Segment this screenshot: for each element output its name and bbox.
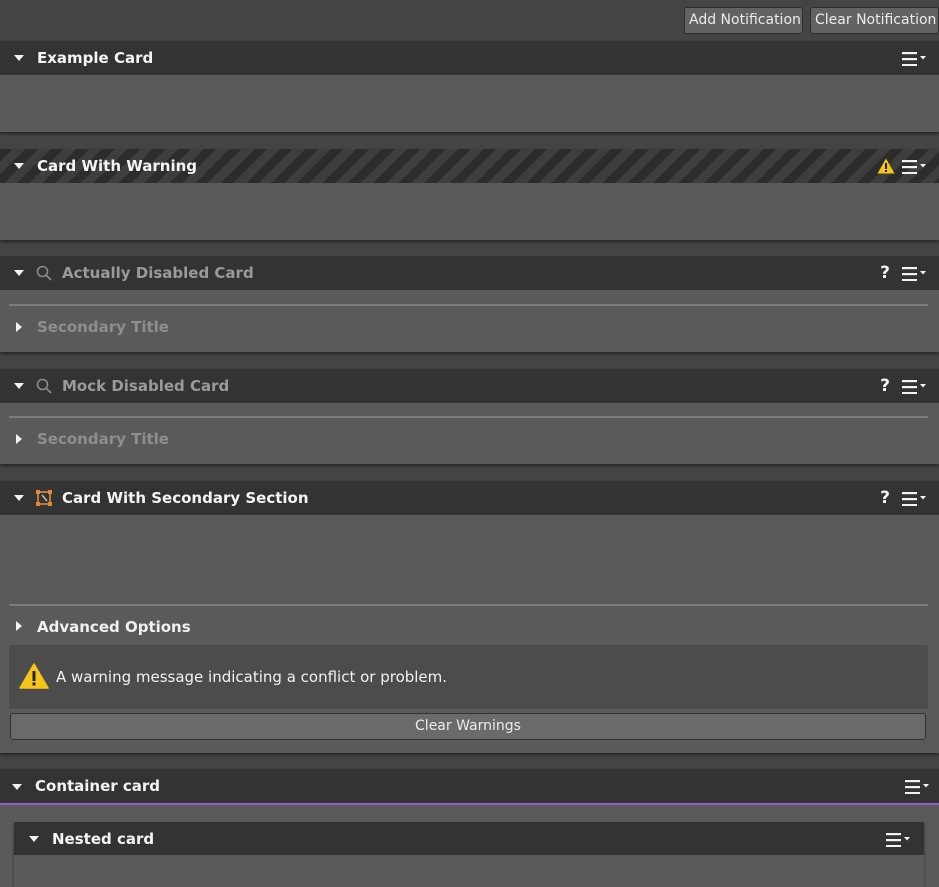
divider	[9, 604, 928, 606]
collapse-caret-icon[interactable]	[14, 383, 24, 389]
card-title: Container card	[35, 777, 161, 795]
warning-message-text: A warning message indicating a conflict …	[56, 668, 448, 686]
menu-icon[interactable]	[886, 833, 910, 847]
container-card: Container card Nested card	[0, 769, 939, 887]
card-title: Card With Warning	[37, 157, 198, 175]
warning-icon	[19, 663, 49, 689]
clear-notification-button[interactable]: Clear Notification	[810, 7, 939, 34]
expand-caret-icon[interactable]	[16, 322, 22, 332]
card-title: Card With Secondary Section	[62, 489, 309, 507]
collapse-caret-icon[interactable]	[14, 495, 24, 501]
actually-disabled-card: Actually Disabled Card ? Secondary Title	[0, 256, 939, 352]
expand-caret-icon[interactable]	[16, 621, 22, 631]
collapse-caret-icon[interactable]	[14, 270, 24, 276]
transform-icon	[36, 490, 52, 506]
divider	[9, 416, 928, 418]
menu-icon[interactable]	[902, 380, 926, 394]
warning-card-header[interactable]: Card With Warning	[0, 149, 939, 183]
add-notification-button[interactable]: Add Notification	[684, 7, 803, 34]
secondary-section-card-header[interactable]: Card With Secondary Section ?	[0, 481, 939, 515]
menu-icon[interactable]	[902, 267, 926, 281]
collapse-caret-icon[interactable]	[12, 784, 22, 790]
search-icon	[36, 378, 52, 394]
mock-disabled-card-header[interactable]: Mock Disabled Card ?	[0, 369, 939, 403]
example-card: Example Card	[0, 41, 939, 132]
card-title: Nested card	[52, 830, 155, 848]
warning-icon	[877, 158, 895, 174]
warning-message-box: A warning message indicating a conflict …	[9, 645, 928, 709]
actually-disabled-card-header[interactable]: Actually Disabled Card ?	[0, 256, 939, 290]
expand-caret-icon[interactable]	[16, 434, 22, 444]
help-icon[interactable]: ?	[880, 376, 890, 396]
collapse-caret-icon[interactable]	[14, 163, 24, 169]
secondary-section-card: Card With Secondary Section ? Advanced O…	[0, 481, 939, 753]
divider	[9, 304, 928, 306]
nested-card: Nested card	[14, 822, 924, 887]
example-card-header[interactable]: Example Card	[0, 41, 939, 75]
card-title: Example Card	[37, 49, 154, 67]
help-icon[interactable]: ?	[880, 488, 890, 508]
menu-icon[interactable]	[902, 52, 926, 66]
menu-icon[interactable]	[902, 492, 926, 506]
secondary-title[interactable]: Secondary Title	[37, 431, 169, 448]
search-icon	[36, 265, 52, 281]
clear-warnings-button[interactable]: Clear Warnings	[10, 713, 926, 740]
card-title: Mock Disabled Card	[62, 377, 230, 395]
secondary-title[interactable]: Secondary Title	[37, 319, 169, 336]
nested-card-header[interactable]: Nested card	[14, 822, 924, 855]
notification-toolbar: Add Notification Clear Notification	[684, 7, 939, 34]
warning-card: Card With Warning	[0, 149, 939, 240]
container-card-header[interactable]: Container card	[0, 769, 939, 805]
menu-icon[interactable]	[905, 780, 929, 794]
help-icon[interactable]: ?	[880, 263, 890, 283]
advanced-options-title[interactable]: Advanced Options	[37, 619, 191, 636]
card-title: Actually Disabled Card	[62, 264, 254, 282]
collapse-caret-icon[interactable]	[14, 55, 24, 61]
mock-disabled-card: Mock Disabled Card ? Secondary Title	[0, 369, 939, 464]
collapse-caret-icon[interactable]	[29, 836, 39, 842]
menu-icon[interactable]	[902, 160, 926, 174]
